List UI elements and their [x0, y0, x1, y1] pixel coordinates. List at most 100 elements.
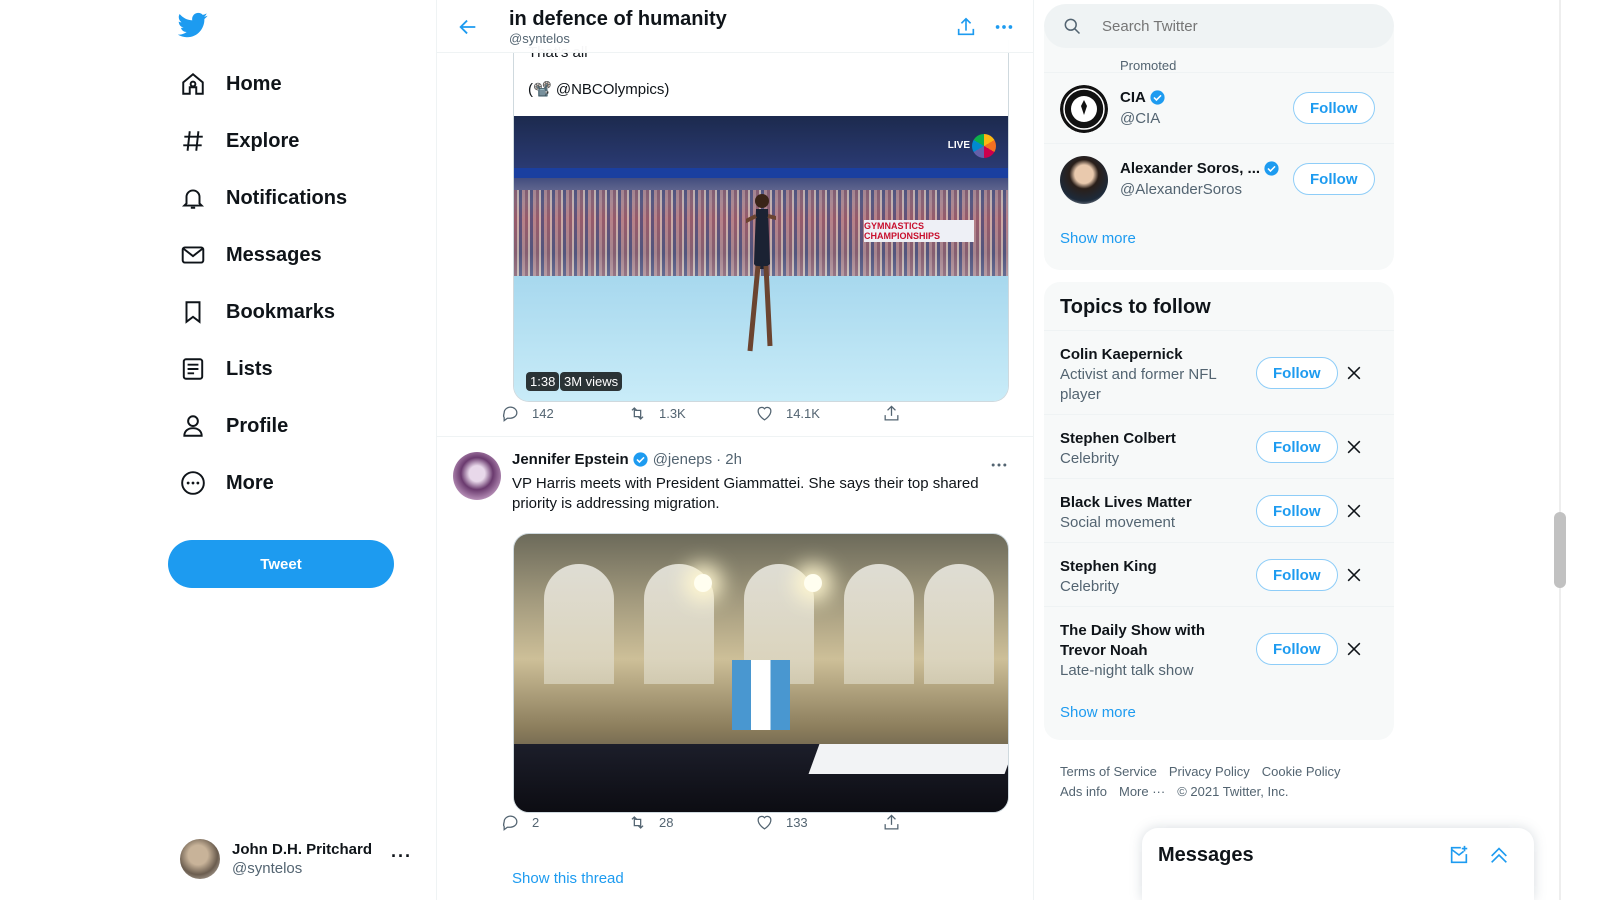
like-button[interactable]: 133: [755, 811, 882, 833]
topic-name: Black Lives Matter: [1060, 494, 1192, 511]
ads-info-link[interactable]: Ads info: [1060, 784, 1107, 799]
tweet-author: Jennifer Epstein @jeneps · 2h: [512, 451, 742, 468]
reply-count: 2: [532, 814, 540, 830]
nav-label: More: [226, 471, 274, 494]
nav-item-lists[interactable]: Lists: [180, 345, 273, 393]
follow-button[interactable]: Follow: [1293, 92, 1375, 124]
nav-item-more[interactable]: More: [180, 459, 274, 507]
nav-item-messages[interactable]: Messages: [180, 231, 322, 279]
close-icon[interactable]: [1344, 565, 1364, 585]
nav-item-home[interactable]: Home: [180, 60, 282, 108]
copyright: © 2021 Twitter, Inc.: [1177, 784, 1289, 799]
arena-band: [514, 168, 1008, 178]
topic-item[interactable]: Stephen King Celebrity Follow: [1044, 542, 1394, 606]
show-more-link[interactable]: Show more: [1060, 704, 1136, 721]
share-tweet-button[interactable]: [882, 402, 921, 424]
heart-icon: [757, 815, 772, 830]
more-circle-icon: [181, 471, 205, 495]
topic-name: Stephen King: [1060, 558, 1157, 575]
video-player[interactable]: GYMNASTICS CHAMPIONSHIPS LIVE 1:38 3M vi…: [514, 116, 1008, 401]
show-more-link[interactable]: Show more: [1060, 230, 1136, 247]
nav-label: Messages: [226, 243, 322, 266]
nbc-peacock-icon: [972, 134, 996, 158]
topic-name: The Daily Show with Trevor Noah: [1060, 622, 1206, 659]
footer-links: Terms of Service Privacy Policy Cookie Pol…: [1060, 762, 1380, 802]
follow-suggestion[interactable]: Alexander Soros, ... @AlexanderSoros Fol…: [1044, 143, 1394, 215]
cia-seal-avatar: [1060, 85, 1108, 133]
like-button[interactable]: 14.1K: [755, 402, 882, 424]
tweet-photo[interactable]: [513, 533, 1009, 813]
topic-description: Social movement: [1060, 514, 1176, 531]
more-horizontal-icon[interactable]: [993, 16, 1015, 38]
avatar: [180, 839, 220, 879]
share-icon[interactable]: [955, 16, 977, 38]
topic-item[interactable]: Stephen Colbert Celebrity Follow: [1044, 414, 1394, 478]
tweet-time[interactable]: · 2h: [716, 451, 742, 468]
follow-topic-button[interactable]: Follow: [1256, 559, 1338, 591]
follow-topic-button[interactable]: Follow: [1256, 633, 1338, 665]
nav-label: Profile: [226, 414, 289, 437]
author-handle[interactable]: @jeneps: [653, 451, 712, 468]
tweet-button[interactable]: Tweet: [168, 540, 394, 588]
who-to-follow-panel: Promoted CIA @CIA Follow Alexander Soros…: [1044, 16, 1394, 270]
nav-item-notifications[interactable]: Notifications: [180, 174, 347, 222]
nav-label: Lists: [226, 357, 273, 380]
follow-topic-button[interactable]: Follow: [1256, 357, 1338, 389]
avatar[interactable]: [453, 452, 501, 500]
left-navigation: Home Explore Notifications Messages Book…: [168, 0, 428, 900]
nav-item-explore[interactable]: Explore: [180, 117, 299, 165]
close-icon[interactable]: [1344, 639, 1364, 659]
more-dots-icon[interactable]: ···: [391, 846, 412, 867]
topic-item[interactable]: Black Lives Matter Social movement Follo…: [1044, 478, 1394, 542]
topics-panel: Topics to follow Colin Kaepernick Activi…: [1044, 282, 1394, 740]
show-thread-link[interactable]: Show this thread: [512, 870, 624, 887]
scrollbar-thumb[interactable]: [1554, 512, 1566, 588]
topic-item[interactable]: Colin Kaepernick Activist and former NFL…: [1044, 330, 1394, 414]
quote-text: (📽️ @NBCOlympics): [528, 81, 670, 98]
follow-button[interactable]: Follow: [1293, 163, 1375, 195]
like-count: 133: [785, 814, 808, 830]
home-icon: [182, 72, 204, 95]
quoted-tweet[interactable]: That's all (📽️ @NBCOlympics) GYMNASTICS …: [513, 40, 1009, 402]
account-name: John D.H. Pritchard: [232, 841, 373, 858]
nav-label: Home: [226, 72, 282, 95]
reply-button[interactable]: 142: [501, 402, 628, 424]
more-link[interactable]: More ···: [1119, 784, 1165, 799]
scrollbar[interactable]: [1552, 0, 1568, 900]
messages-drawer[interactable]: Messages: [1142, 828, 1534, 900]
close-icon[interactable]: [1344, 363, 1364, 383]
video-views: 3M views: [560, 372, 623, 391]
bookmark-icon: [185, 301, 201, 324]
account-handle: @syntelos: [232, 860, 303, 877]
envelope-icon: [181, 246, 205, 264]
arena-sign: GYMNASTICS CHAMPIONSHIPS: [864, 220, 974, 242]
follow-topic-button[interactable]: Follow: [1256, 431, 1338, 463]
more-horizontal-icon[interactable]: [989, 455, 1009, 475]
account-switcher[interactable]: John D.H. Pritchard @syntelos ···: [180, 834, 412, 884]
nav-label: Notifications: [226, 186, 348, 209]
search-input[interactable]: [1102, 17, 1362, 35]
heart-icon: [757, 406, 772, 421]
topic-item[interactable]: The Daily Show with Trevor Noah Late-nig…: [1044, 606, 1394, 690]
new-message-icon[interactable]: [1448, 844, 1470, 866]
back-arrow-icon[interactable]: [457, 16, 479, 38]
author-name[interactable]: Jennifer Epstein: [512, 451, 629, 468]
share-tweet-button[interactable]: [882, 811, 921, 833]
suggestion-name: CIA: [1120, 89, 1146, 106]
twitter-logo-icon[interactable]: [178, 10, 208, 40]
cookie-link[interactable]: Cookie Policy: [1262, 764, 1341, 779]
list-icon: [182, 358, 204, 380]
privacy-link[interactable]: Privacy Policy: [1169, 764, 1250, 779]
chevron-double-up-icon[interactable]: [1488, 844, 1510, 866]
terms-link[interactable]: Terms of Service: [1060, 764, 1157, 779]
follow-suggestion[interactable]: CIA @CIA Follow: [1044, 72, 1394, 144]
nav-item-bookmarks[interactable]: Bookmarks: [180, 288, 335, 336]
close-icon[interactable]: [1344, 501, 1364, 521]
nav-item-profile[interactable]: Profile: [180, 402, 288, 450]
retweet-button[interactable]: 28: [628, 811, 755, 833]
reply-button[interactable]: 2: [501, 811, 628, 833]
search-bar[interactable]: [1044, 4, 1394, 48]
close-icon[interactable]: [1344, 437, 1364, 457]
follow-topic-button[interactable]: Follow: [1256, 495, 1338, 527]
retweet-button[interactable]: 1.3K: [628, 402, 755, 424]
